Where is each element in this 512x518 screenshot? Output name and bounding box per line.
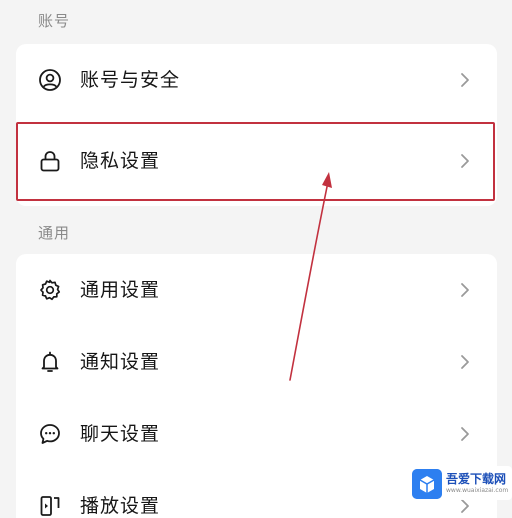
section-title-account: 账号 xyxy=(38,12,71,30)
row-label-notification-settings: 通知设置 xyxy=(80,351,161,373)
watermark-title: 吾爱下载网 xyxy=(446,472,507,486)
chevron-right-icon xyxy=(461,283,469,297)
chevron-right-icon xyxy=(461,427,469,441)
watermark-url: www.wuaixiazai.com xyxy=(446,487,509,494)
section-title-general: 通用 xyxy=(38,224,71,242)
row-chat-settings[interactable]: 聊天设置 xyxy=(16,398,497,470)
gear-icon xyxy=(40,279,61,301)
account-settings-card: 账号与安全 隐私设置 xyxy=(16,44,497,206)
chevron-right-icon xyxy=(461,73,469,87)
row-label-privacy-settings: 隐私设置 xyxy=(80,150,161,172)
watermark: 吾爱下载网 www.wuaixiazai.com xyxy=(410,466,512,500)
lock-icon xyxy=(40,151,60,172)
row-notification-settings[interactable]: 通知设置 xyxy=(16,326,497,398)
row-account-security[interactable]: 账号与安全 xyxy=(16,44,497,116)
chevron-right-icon xyxy=(461,355,469,369)
playback-icon xyxy=(40,496,60,516)
site-logo-icon xyxy=(412,469,442,499)
bell-icon xyxy=(41,351,59,372)
user-circle-icon xyxy=(39,69,61,91)
row-privacy-settings[interactable]: 隐私设置 xyxy=(16,125,497,197)
chat-bubble-icon xyxy=(40,424,60,444)
row-label-general-settings: 通用设置 xyxy=(80,279,161,301)
row-label-account-security: 账号与安全 xyxy=(80,69,181,91)
chevron-right-icon xyxy=(461,154,469,168)
row-general-settings[interactable]: 通用设置 xyxy=(16,254,497,326)
row-label-playback-settings: 播放设置 xyxy=(80,495,161,517)
settings-screen: 账号 账号与安全 隐私设置 通用 通用设置 通知设置 聊天设置 播放设置 吾爱下… xyxy=(0,0,512,518)
row-label-chat-settings: 聊天设置 xyxy=(80,423,161,445)
